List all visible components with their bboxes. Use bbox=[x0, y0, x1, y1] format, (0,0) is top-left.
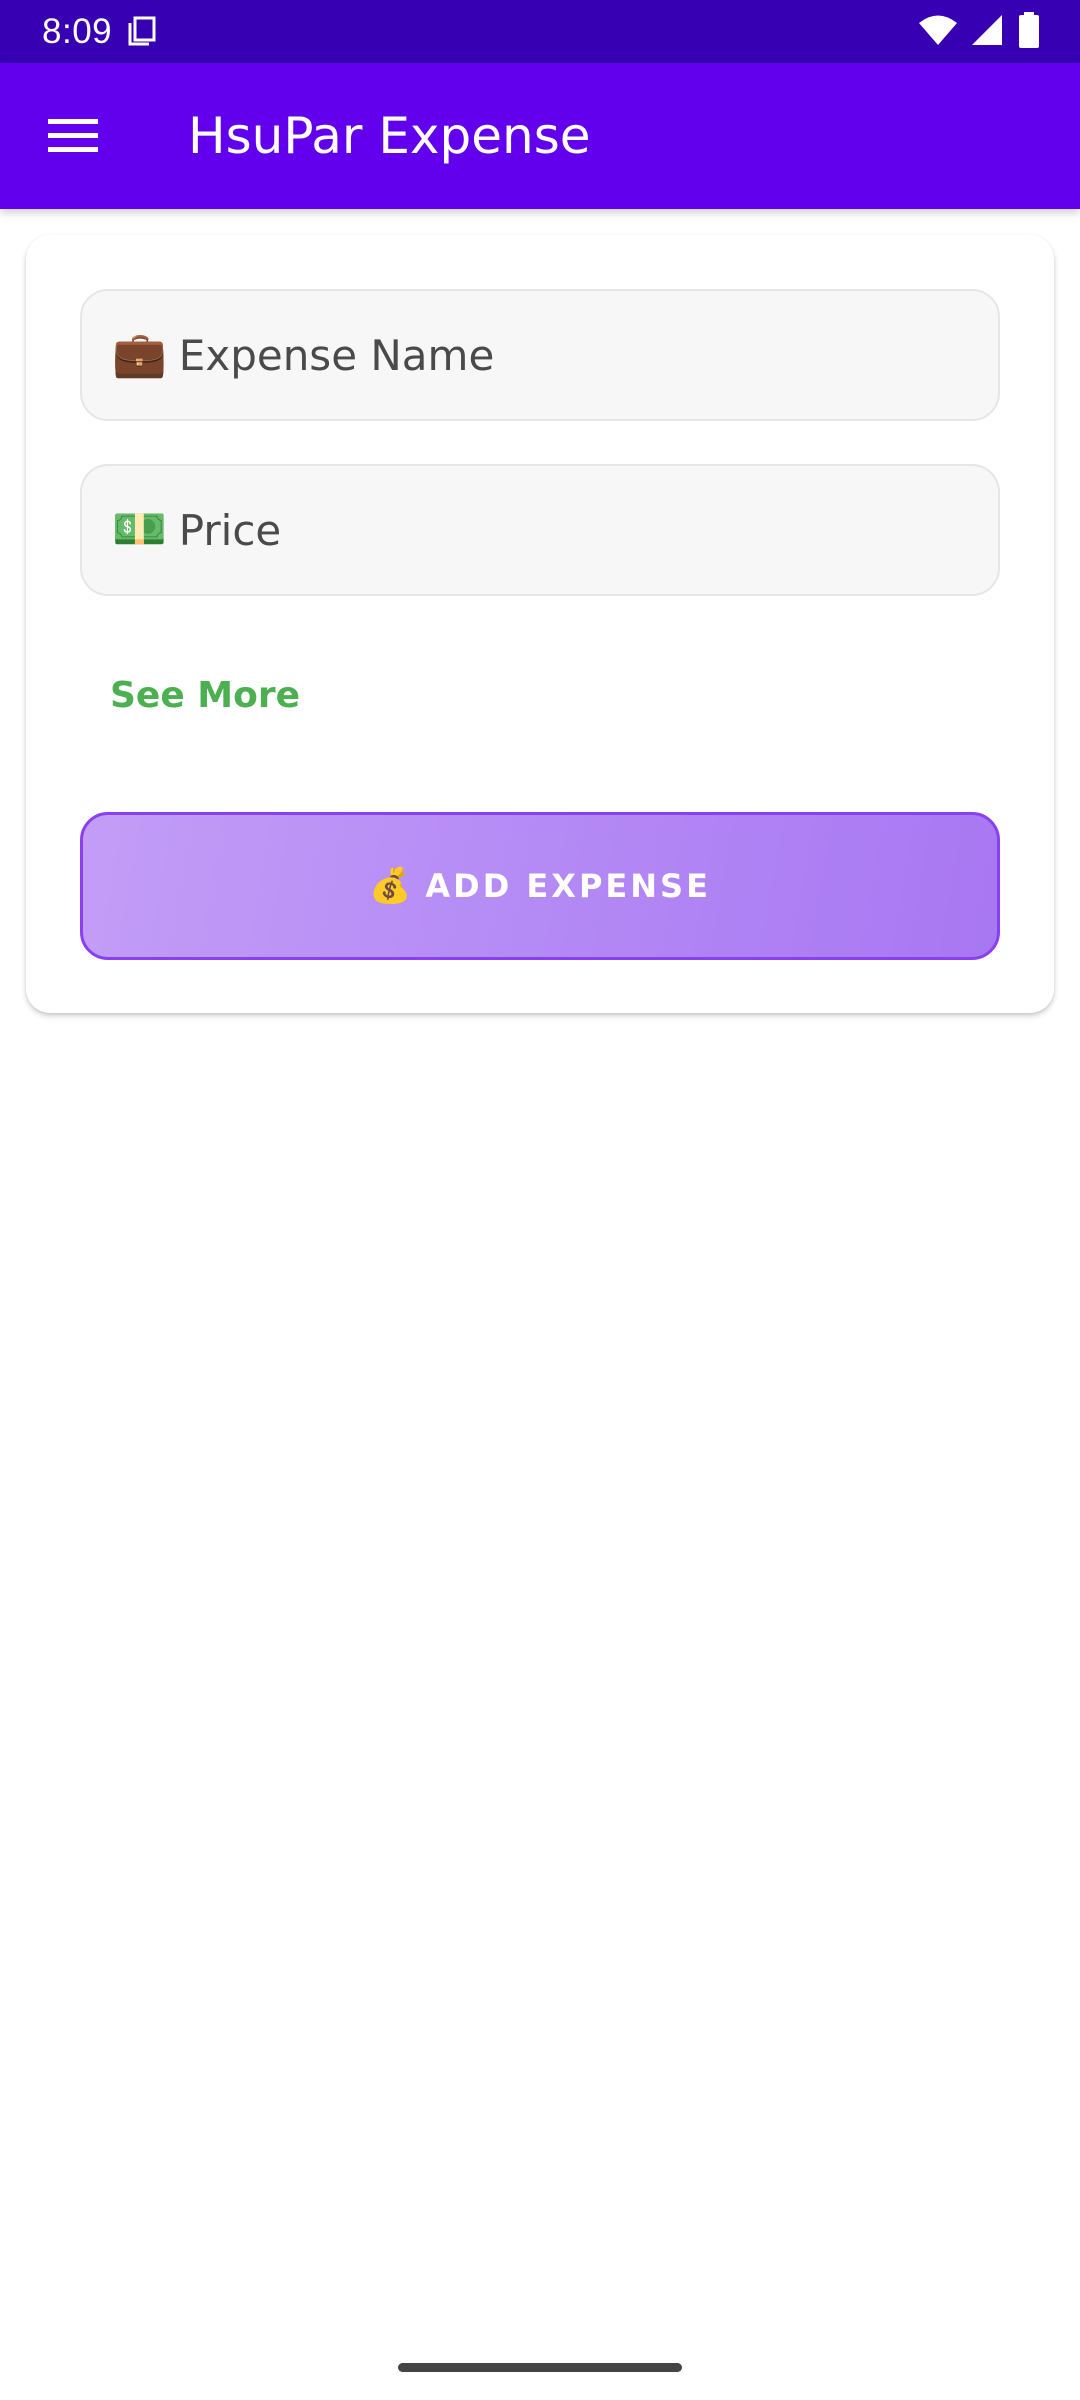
expense-name-field[interactable]: 💼 bbox=[80, 289, 1000, 421]
status-left: 8:09 bbox=[42, 12, 158, 52]
price-input[interactable] bbox=[178, 466, 959, 594]
money-bag-icon: 💰 bbox=[369, 866, 412, 906]
page-title: HsuPar Expense bbox=[188, 107, 591, 165]
expense-form-card: 💼 💵 See More 💰 ADD EXPENSE bbox=[26, 235, 1054, 1013]
status-bar: 8:09 bbox=[0, 0, 1080, 63]
signal-icon bbox=[972, 13, 1004, 51]
battery-icon bbox=[1018, 11, 1040, 52]
hamburger-menu-icon[interactable] bbox=[0, 63, 146, 209]
expense-name-input[interactable] bbox=[178, 291, 959, 419]
money-bill-icon: 💵 bbox=[112, 504, 167, 555]
add-expense-label: ADD EXPENSE bbox=[425, 867, 711, 905]
home-indicator[interactable] bbox=[398, 2363, 682, 2372]
screenshot-icon bbox=[126, 14, 158, 50]
wifi-icon bbox=[918, 14, 958, 50]
app-bar: HsuPar Expense bbox=[0, 63, 1080, 209]
price-field[interactable]: 💵 bbox=[80, 464, 1000, 596]
status-time: 8:09 bbox=[42, 11, 113, 51]
add-expense-button[interactable]: 💰 ADD EXPENSE bbox=[80, 812, 1000, 960]
status-right bbox=[918, 11, 1040, 52]
see-more-link[interactable]: See More bbox=[110, 675, 300, 716]
briefcase-icon: 💼 bbox=[112, 329, 167, 380]
